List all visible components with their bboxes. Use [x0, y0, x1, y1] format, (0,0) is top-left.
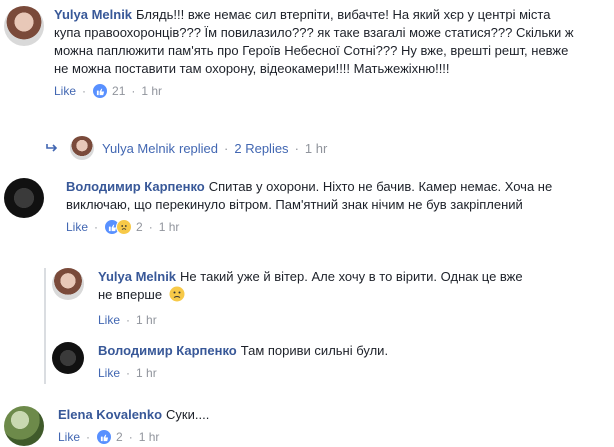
- comment-time[interactable]: 1 hr: [141, 82, 162, 100]
- replies-time[interactable]: 1 hr: [305, 141, 327, 156]
- like-button[interactable]: Like: [98, 364, 120, 382]
- reaction-count[interactable]: 2: [116, 428, 123, 446]
- separator: ·: [128, 430, 133, 444]
- replies-summary[interactable]: Yulya Melnik replied · 2 Replies · 1 hr: [46, 136, 327, 160]
- comment-body: Elena Kovalenko Суки.... Like · 2 · 1 hr: [58, 406, 578, 447]
- separator: ·: [94, 220, 99, 234]
- reaction-count[interactable]: 2: [136, 218, 143, 236]
- separator: ·: [82, 84, 87, 98]
- separator: ·: [294, 140, 299, 156]
- separator: ·: [86, 430, 91, 444]
- avatar[interactable]: [4, 178, 44, 218]
- comment-author[interactable]: Володимир Карпенко: [66, 179, 205, 194]
- comment-actions: Like · 2 · 1 hr: [58, 427, 578, 447]
- reaction-count[interactable]: 21: [112, 82, 125, 100]
- reply-text: Там пориви сильні були.: [240, 343, 389, 358]
- avatar[interactable]: [52, 342, 84, 374]
- comment-author[interactable]: Elena Kovalenko: [58, 407, 162, 422]
- avatar[interactable]: [4, 6, 44, 46]
- comment-volodymyr-karpenko: Володимир Карпенко Спитав у охорони. Ніхт…: [4, 178, 604, 237]
- like-button[interactable]: Like: [98, 311, 120, 329]
- comment-actions: Like · 21 · 1 hr: [54, 81, 574, 101]
- confused-face-icon: [169, 286, 185, 307]
- comment-body: Володимир Карпенко Спитав у охорони. Ніхт…: [66, 178, 586, 237]
- thumbs-up-icon[interactable]: [96, 429, 113, 445]
- reply-yulya-melnik: Yulya Melnik Не такий уже й вітер. Але хо…: [52, 268, 602, 330]
- comment-body: Yulya Melnik Блядь!!! вже немає сил втерп…: [54, 6, 574, 101]
- reply-author[interactable]: Yulya Melnik: [98, 269, 176, 284]
- comment-text: Суки....: [166, 407, 210, 422]
- avatar[interactable]: [4, 406, 44, 446]
- reply-body: Yulya Melnik Не такий уже й вітер. Але хо…: [98, 268, 538, 330]
- replies-author[interactable]: Yulya Melnik: [102, 141, 175, 156]
- comment-author[interactable]: Yulya Melnik: [54, 7, 132, 22]
- separator: ·: [224, 140, 229, 156]
- replies-action[interactable]: replied: [179, 141, 218, 156]
- like-button[interactable]: Like: [54, 82, 76, 100]
- sad-face-icon[interactable]: [116, 219, 133, 235]
- thumbs-up-icon[interactable]: [92, 83, 109, 99]
- comment-time[interactable]: 1 hr: [159, 218, 180, 236]
- like-button[interactable]: Like: [58, 428, 80, 446]
- replies-count-link[interactable]: 2 Replies: [234, 141, 288, 156]
- reply-volodymyr-karpenko: Володимир Карпенко Там пориви сильні були…: [52, 342, 602, 383]
- comment-actions: Like · 2 · 1 hr: [66, 217, 586, 237]
- avatar[interactable]: [52, 268, 84, 300]
- comment-elena-kovalenko: Elena Kovalenko Суки.... Like · 2 · 1 hr: [4, 406, 604, 447]
- comment-yulya-melnik: Yulya Melnik Блядь!!! вже немає сил втерп…: [4, 6, 604, 101]
- separator: ·: [126, 366, 131, 380]
- reply-body: Володимир Карпенко Там пориви сильні були…: [98, 342, 538, 383]
- comment-time[interactable]: 1 hr: [139, 428, 160, 446]
- reply-arrow-icon: [46, 141, 58, 156]
- avatar[interactable]: [70, 136, 94, 160]
- reply-time[interactable]: 1 hr: [136, 364, 157, 382]
- separator: ·: [131, 84, 136, 98]
- reply-thread-line: [44, 268, 46, 384]
- reply-author[interactable]: Володимир Карпенко: [98, 343, 237, 358]
- reply-actions: Like · 1 hr: [98, 310, 538, 330]
- reply-actions: Like · 1 hr: [98, 363, 538, 383]
- like-button[interactable]: Like: [66, 218, 88, 236]
- reply-time[interactable]: 1 hr: [136, 311, 157, 329]
- separator: ·: [126, 313, 131, 327]
- separator: ·: [148, 220, 153, 234]
